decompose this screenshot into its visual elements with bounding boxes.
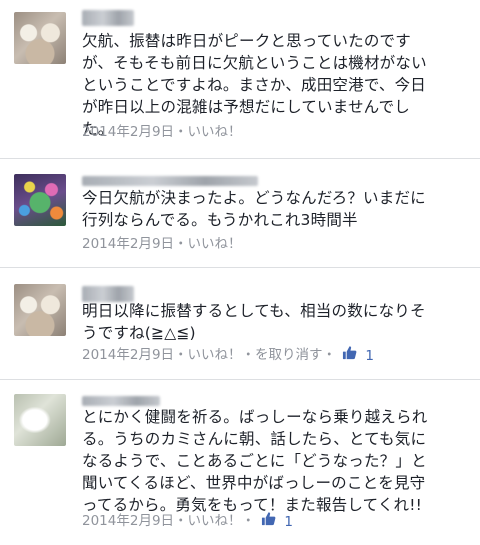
avatar[interactable]	[14, 12, 66, 64]
timestamp[interactable]: 2014年2月9日	[82, 346, 174, 364]
comment-item: 今日欠航が決まったよ。どうなんだろ？いまだに 行列ならんでる。もうかれこれ3時間…	[0, 159, 480, 269]
avatar[interactable]	[14, 174, 66, 226]
comment-line: 欠航、振替は昨日がピークと思っていたのです	[82, 32, 411, 50]
comment-text: とにかく健闘を祈る。ばっしーなら乗り越えられ る。うちのカミさんに朝、話したら、…	[82, 406, 466, 516]
comment-line: が、そもそも前日に欠航ということは機材がない	[82, 54, 427, 72]
comment-meta: 2014年2月9日 ・ いいね！	[82, 123, 242, 141]
author-name-redacted[interactable]	[82, 176, 258, 186]
comment-line: 明日以降に振替するとしても、相当の数になりそ	[82, 302, 426, 320]
thumbs-up-icon	[261, 512, 276, 526]
comment-line: ということですよね。まさか、成田空港で、今日	[82, 76, 427, 94]
timestamp[interactable]: 2014年2月9日	[82, 235, 174, 253]
separator: ・	[241, 347, 256, 363]
separator: ・	[174, 124, 188, 140]
avatar[interactable]	[14, 284, 66, 336]
comment-line: 聞いてくるほど、世界中がばっしーのことを見守	[82, 474, 426, 492]
comment-meta: 2014年2月9日 ・ いいね！	[82, 235, 242, 253]
comment-text: 明日以降に振替するとしても、相当の数になりそ うですね(≧△≦)	[82, 300, 466, 344]
comment-item: 欠航、振替は昨日がピークと思っていたのです が、そもそも前日に欠航ということは機…	[0, 0, 480, 160]
like-link[interactable]: いいね！	[188, 123, 242, 141]
comment-line: 行列ならんでる。もうかれこれ3時間半	[82, 211, 358, 229]
comment-meta: 2014年2月9日 ・ いいね！ ・ 1	[82, 511, 293, 531]
like-count[interactable]: 1	[261, 511, 293, 531]
timestamp[interactable]: 2014年2月9日	[82, 123, 174, 141]
separator: ・	[174, 513, 188, 529]
timestamp[interactable]: 2014年2月9日	[82, 512, 174, 530]
comment-line: うですね(≧△≦)	[82, 324, 196, 342]
avatar[interactable]	[14, 394, 66, 446]
like-count-number: 1	[365, 348, 374, 364]
unlike-link[interactable]: を取り消す	[255, 346, 323, 364]
comment-line: 今日欠航が決まったよ。どうなんだろ？いまだに	[82, 189, 426, 207]
separator: ・	[174, 236, 188, 252]
separator: ・	[322, 347, 337, 363]
separator: ・	[241, 513, 256, 529]
comment-line: る。うちのカミさんに朝、話したら、とても気に	[82, 430, 427, 448]
like-count[interactable]: 1	[342, 345, 374, 365]
like-link[interactable]: いいね！	[188, 235, 242, 253]
comment-text: 今日欠航が決まったよ。どうなんだろ？いまだに 行列ならんでる。もうかれこれ3時間…	[82, 187, 466, 231]
comment-line: が昨日以上の混雑は予想だにしていませんでし	[82, 98, 410, 116]
author-name-redacted[interactable]	[82, 396, 160, 406]
comment-item: 明日以降に振替するとしても、相当の数になりそ うですね(≧△≦) 2014年2月…	[0, 268, 480, 380]
like-link[interactable]: いいね！	[188, 512, 242, 530]
like-link[interactable]: いいね！	[188, 346, 242, 364]
like-count-number: 1	[284, 514, 293, 530]
thumbs-up-icon	[342, 346, 357, 360]
separator: ・	[174, 347, 188, 363]
comment-meta: 2014年2月9日 ・ いいね！ ・ を取り消す ・ 1	[82, 345, 374, 365]
author-name-redacted[interactable]	[82, 10, 134, 26]
comment-item: とにかく健闘を祈る。ばっしーなら乗り越えられ る。うちのカミさんに朝、話したら、…	[0, 380, 480, 545]
comment-line: なるようで、ことあるごとに「どうなった？」と	[82, 452, 427, 470]
comment-line: とにかく健闘を祈る。ばっしーなら乗り越えられ	[82, 408, 428, 426]
